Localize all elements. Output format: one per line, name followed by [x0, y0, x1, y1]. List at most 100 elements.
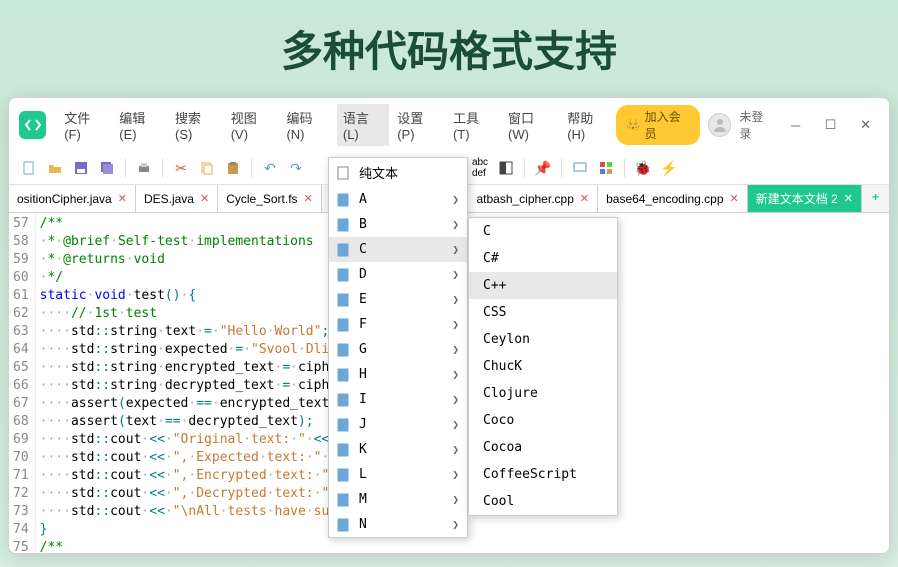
toggle-icon[interactable]: [494, 156, 518, 180]
file-icon: [337, 443, 351, 457]
file-icon: [337, 343, 351, 357]
lang-option[interactable]: C++: [469, 272, 617, 299]
save-icon[interactable]: [69, 156, 93, 180]
menu-window[interactable]: 窗口(W): [502, 104, 559, 146]
tab-item[interactable]: atbash_cipher.cpp✕: [468, 185, 598, 212]
lang-letter-g[interactable]: G❯: [329, 337, 467, 362]
lang-letter-label: H: [359, 367, 367, 382]
lang-letter-label: D: [359, 267, 367, 282]
format-icon[interactable]: abcdef: [468, 156, 492, 180]
copy-icon[interactable]: [195, 156, 219, 180]
menu-language[interactable]: 语言(L): [337, 104, 389, 146]
undo-icon[interactable]: ↶: [258, 156, 282, 180]
lang-option[interactable]: Clojure: [469, 380, 617, 407]
pin-icon[interactable]: 📌: [531, 156, 555, 180]
lang-letter-c[interactable]: C❯: [329, 237, 467, 262]
tab-close-icon[interactable]: ✕: [304, 192, 313, 205]
cut-icon[interactable]: ✂: [169, 156, 193, 180]
lang-option-label: C++: [483, 278, 506, 293]
lightning-icon[interactable]: ⚡: [657, 156, 681, 180]
lang-option[interactable]: C: [469, 218, 617, 245]
menu-help[interactable]: 帮助(H): [561, 104, 615, 146]
lang-letter-f[interactable]: F❯: [329, 312, 467, 337]
hero-title: 多种代码格式支持: [0, 0, 898, 97]
tab-item-active[interactable]: 新建文本文档 2 ✕: [748, 185, 862, 212]
tab-item[interactable]: base64_encoding.cpp✕: [598, 185, 748, 212]
menu-view[interactable]: 视图(V): [225, 104, 279, 146]
monitor-icon[interactable]: [568, 156, 592, 180]
minimize-button[interactable]: ─: [782, 113, 809, 137]
lang-option[interactable]: Cocoa: [469, 434, 617, 461]
chevron-right-icon: ❯: [452, 368, 459, 381]
lang-letter-j[interactable]: J❯: [329, 412, 467, 437]
chevron-right-icon: ❯: [452, 393, 459, 406]
grid-icon[interactable]: [594, 156, 618, 180]
lang-letter-h[interactable]: H❯: [329, 362, 467, 387]
code-content[interactable]: /**·*·@brief·Self-test·implementations·*…: [36, 213, 361, 553]
bug-icon[interactable]: 🐞: [631, 156, 655, 180]
tab-label: Cycle_Sort.fs: [226, 192, 297, 206]
lang-letter-e[interactable]: E❯: [329, 287, 467, 312]
lang-letter-l[interactable]: L❯: [329, 462, 467, 487]
open-file-icon[interactable]: [43, 156, 67, 180]
file-icon: [337, 166, 351, 180]
tab-add-button[interactable]: +: [862, 185, 889, 212]
lang-letter-label: M: [359, 492, 367, 507]
vip-label: 加入会员: [645, 108, 691, 142]
tab-close-icon[interactable]: ✕: [730, 192, 739, 205]
menu-search[interactable]: 搜索(S): [169, 104, 223, 146]
lang-option-label: Clojure: [483, 386, 538, 401]
lang-letter-n[interactable]: N❯: [329, 512, 467, 537]
lang-letter-a[interactable]: A❯: [329, 187, 467, 212]
lang-letter-i[interactable]: I❯: [329, 387, 467, 412]
tab-close-icon[interactable]: ✕: [200, 192, 209, 205]
menu-tools[interactable]: 工具(T): [447, 104, 500, 146]
tab-label: 新建文本文档 2: [756, 190, 838, 207]
lang-option[interactable]: C#: [469, 245, 617, 272]
tab-close-icon[interactable]: ✕: [844, 192, 853, 205]
menu-settings[interactable]: 设置(P): [391, 104, 445, 146]
lang-option[interactable]: CoffeeScript: [469, 461, 617, 488]
lang-option-label: C#: [483, 251, 499, 266]
app-logo-icon: [19, 111, 46, 139]
chevron-right-icon: ❯: [452, 343, 459, 356]
maximize-button[interactable]: ☐: [817, 113, 844, 137]
tab-close-icon[interactable]: ✕: [580, 192, 589, 205]
lang-letter-m[interactable]: M❯: [329, 487, 467, 512]
print-icon[interactable]: [132, 156, 156, 180]
menu-edit[interactable]: 编辑(E): [113, 104, 167, 146]
language-dropdown: 纯文本 A❯B❯C❯D❯E❯F❯G❯H❯I❯J❯K❯L❯M❯N❯: [328, 157, 468, 538]
save-all-icon[interactable]: [95, 156, 119, 180]
vip-badge[interactable]: 👑 加入会员: [616, 105, 701, 145]
tab-item[interactable]: DES.java✕: [136, 185, 218, 212]
chevron-right-icon: ❯: [452, 293, 459, 306]
lang-option[interactable]: Cool: [469, 488, 617, 515]
lang-letter-label: L: [359, 467, 367, 482]
avatar-icon[interactable]: [708, 113, 731, 137]
lang-letter-b[interactable]: B❯: [329, 212, 467, 237]
new-file-icon[interactable]: [17, 156, 41, 180]
paste-icon[interactable]: [221, 156, 245, 180]
lang-letter-label: G: [359, 342, 367, 357]
lang-letter-d[interactable]: D❯: [329, 262, 467, 287]
login-status[interactable]: 未登录: [739, 108, 774, 142]
chevron-right-icon: ❯: [452, 518, 459, 531]
file-icon: [337, 518, 351, 532]
chevron-right-icon: ❯: [452, 193, 459, 206]
tab-item[interactable]: ositionCipher.java✕: [9, 185, 136, 212]
lang-option[interactable]: Ceylon: [469, 326, 617, 353]
menu-encoding[interactable]: 编码(N): [280, 104, 334, 146]
lang-option[interactable]: CSS: [469, 299, 617, 326]
redo-icon[interactable]: ↷: [284, 156, 308, 180]
tab-close-icon[interactable]: ✕: [118, 192, 127, 205]
lang-option[interactable]: Coco: [469, 407, 617, 434]
tab-item[interactable]: Cycle_Sort.fs ✕: [218, 185, 322, 212]
lang-option[interactable]: ChucK: [469, 353, 617, 380]
close-button[interactable]: ✕: [852, 113, 879, 137]
menu-file[interactable]: 文件(F): [58, 104, 111, 146]
lang-label: 纯文本: [359, 163, 398, 182]
lang-plaintext[interactable]: 纯文本: [329, 158, 467, 187]
editor-area[interactable]: 5758596061626364656667686970717273747576…: [9, 213, 889, 553]
file-icon: [337, 268, 351, 282]
lang-letter-k[interactable]: K❯: [329, 437, 467, 462]
